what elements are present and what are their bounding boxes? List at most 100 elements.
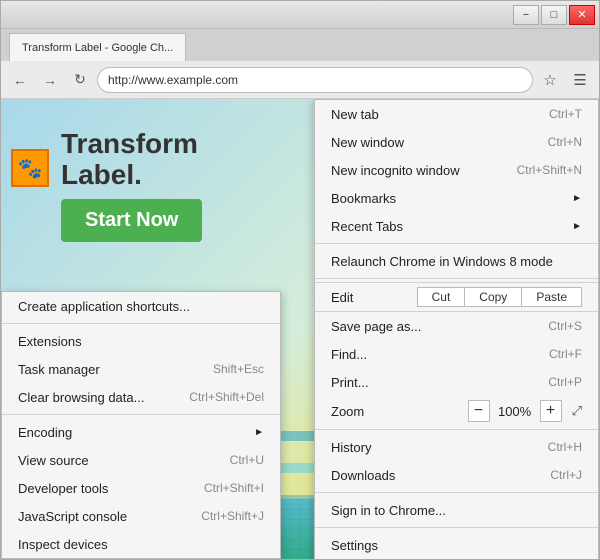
content-area: 🐾 Uninstall Transform Label. Start Now 🧍… <box>1 99 599 559</box>
browser-tab[interactable]: Transform Label - Google Ch... <box>9 33 186 61</box>
menu-item-recent-tabs[interactable]: Recent Tabs ► <box>315 212 598 240</box>
chrome-context-menu: New tab Ctrl+T New window Ctrl+N New inc… <box>314 99 599 559</box>
submenu-clear-data[interactable]: Clear browsing data... Ctrl+Shift+Del <box>2 383 280 411</box>
menu-item-new-window[interactable]: New window Ctrl+N <box>315 128 598 156</box>
submenu-task-manager[interactable]: Task manager Shift+Esc <box>2 355 280 383</box>
menu-divider-4 <box>315 492 598 493</box>
submenu-create-shortcuts[interactable]: Create application shortcuts... <box>2 292 280 320</box>
chrome-menu-button[interactable]: ☰ <box>567 67 593 93</box>
menu-divider-1 <box>315 243 598 244</box>
submenu-view-source-label: View source <box>18 453 214 468</box>
menu-item-new-window-shortcut: Ctrl+N <box>548 135 582 149</box>
menu-item-incognito-label: New incognito window <box>331 163 501 178</box>
zoom-value: 100% <box>496 404 534 419</box>
menu-item-save-page[interactable]: Save page as... Ctrl+S <box>315 312 598 340</box>
edit-buttons: Cut Copy Paste <box>417 287 582 307</box>
bookmarks-arrow-icon: ► <box>572 193 582 204</box>
menu-item-print-shortcut: Ctrl+P <box>548 375 582 389</box>
browser-window: − □ ✕ Transform Label - Google Ch... ← →… <box>0 0 600 560</box>
start-now-button[interactable]: Start Now <box>61 199 202 242</box>
menu-item-history-shortcut: Ctrl+H <box>548 440 582 454</box>
submenu-encoding[interactable]: Encoding ► <box>2 418 280 446</box>
menu-item-downloads-shortcut: Ctrl+J <box>550 468 582 482</box>
menu-item-downloads[interactable]: Downloads Ctrl+J <box>315 461 598 489</box>
encoding-arrow-icon: ► <box>254 427 264 438</box>
address-bar[interactable]: http://www.example.com <box>97 67 533 93</box>
paste-button[interactable]: Paste <box>521 287 582 307</box>
submenu-developer-tools[interactable]: Developer tools Ctrl+Shift+I <box>2 474 280 502</box>
menu-item-save-page-shortcut: Ctrl+S <box>548 319 582 333</box>
cut-button[interactable]: Cut <box>417 287 465 307</box>
menu-divider-3 <box>315 429 598 430</box>
toolbar: ← → ↻ http://www.example.com ☆ ☰ <box>1 61 599 99</box>
submenu-inspect-devices-label: Inspect devices <box>18 537 264 552</box>
copy-button[interactable]: Copy <box>464 287 521 307</box>
menu-item-settings[interactable]: Settings <box>315 531 598 559</box>
forward-button[interactable]: → <box>37 67 63 93</box>
submenu-js-console-label: JavaScript console <box>18 509 185 524</box>
submenu-task-manager-label: Task manager <box>18 362 197 377</box>
menu-item-signin-label: Sign in to Chrome... <box>331 503 582 518</box>
submenu-js-console[interactable]: JavaScript console Ctrl+Shift+J <box>2 502 280 530</box>
tab-bar: Transform Label - Google Ch... <box>1 29 599 61</box>
menu-item-find-shortcut: Ctrl+F <box>549 347 582 361</box>
submenu-clear-data-label: Clear browsing data... <box>18 390 173 405</box>
submenu-divider-2 <box>2 414 280 415</box>
minimize-button[interactable]: − <box>513 5 539 25</box>
address-text: http://www.example.com <box>108 73 238 87</box>
menu-divider-2 <box>315 278 598 279</box>
submenu-extensions[interactable]: Extensions <box>2 327 280 355</box>
menu-item-new-tab-label: New tab <box>331 107 533 122</box>
menu-item-recent-tabs-label: Recent Tabs <box>331 219 568 234</box>
menu-item-bookmarks[interactable]: Bookmarks ► <box>315 184 598 212</box>
bookmark-star-button[interactable]: ☆ <box>537 67 563 93</box>
submenu-developer-tools-label: Developer tools <box>18 481 188 496</box>
zoom-plus-button[interactable]: + <box>540 400 562 422</box>
menu-item-incognito[interactable]: New incognito window Ctrl+Shift+N <box>315 156 598 184</box>
recent-tabs-arrow-icon: ► <box>572 221 582 232</box>
submenu-developer-tools-shortcut: Ctrl+Shift+I <box>204 481 264 495</box>
menu-item-print[interactable]: Print... Ctrl+P <box>315 368 598 396</box>
zoom-minus-button[interactable]: − <box>468 400 490 422</box>
menu-item-new-tab[interactable]: New tab Ctrl+T <box>315 100 598 128</box>
zoom-label: Zoom <box>331 404 468 419</box>
title-bar-buttons: − □ ✕ <box>513 5 595 25</box>
menu-item-relaunch[interactable]: Relaunch Chrome in Windows 8 mode <box>315 247 598 275</box>
submenu-divider-1 <box>2 323 280 324</box>
menu-item-settings-label: Settings <box>331 538 582 553</box>
menu-edit-label: Edit <box>331 290 417 305</box>
submenu-view-source-shortcut: Ctrl+U <box>230 453 264 467</box>
more-tools-submenu: Create application shortcuts... Extensio… <box>1 291 281 559</box>
pixel-box-icon: 🐾 <box>11 149 49 187</box>
menu-item-history-label: History <box>331 440 532 455</box>
submenu-view-source[interactable]: View source Ctrl+U <box>2 446 280 474</box>
zoom-fullscreen-button[interactable]: ⤢ <box>572 403 582 419</box>
submenu-extensions-label: Extensions <box>18 334 264 349</box>
submenu-clear-data-shortcut: Ctrl+Shift+Del <box>189 390 264 404</box>
submenu-inspect-devices[interactable]: Inspect devices <box>2 530 280 558</box>
back-button[interactable]: ← <box>7 67 33 93</box>
maximize-button[interactable]: □ <box>541 5 567 25</box>
menu-divider-5 <box>315 527 598 528</box>
close-button[interactable]: ✕ <box>569 5 595 25</box>
menu-item-new-window-label: New window <box>331 135 532 150</box>
submenu-encoding-label: Encoding <box>18 425 250 440</box>
zoom-row: Zoom − 100% + ⤢ <box>315 396 598 426</box>
menu-item-new-tab-shortcut: Ctrl+T <box>549 107 582 121</box>
title-bar: − □ ✕ <box>1 1 599 29</box>
menu-edit-row: Edit Cut Copy Paste <box>315 282 598 312</box>
transform-heading: Transform Label. <box>61 129 202 191</box>
menu-item-downloads-label: Downloads <box>331 468 534 483</box>
menu-item-incognito-shortcut: Ctrl+Shift+N <box>517 163 582 177</box>
menu-item-signin[interactable]: Sign in to Chrome... <box>315 496 598 524</box>
webpage-text-overlay: Transform Label. Start Now <box>61 129 202 242</box>
zoom-controls: − 100% + ⤢ <box>468 400 582 422</box>
tab-label: Transform Label - Google Ch... <box>22 42 173 54</box>
submenu-create-shortcuts-label: Create application shortcuts... <box>18 299 264 314</box>
menu-item-print-label: Print... <box>331 375 532 390</box>
menu-item-find[interactable]: Find... Ctrl+F <box>315 340 598 368</box>
reload-button[interactable]: ↻ <box>67 67 93 93</box>
menu-item-bookmarks-label: Bookmarks <box>331 191 568 206</box>
menu-item-history[interactable]: History Ctrl+H <box>315 433 598 461</box>
menu-item-find-label: Find... <box>331 347 533 362</box>
